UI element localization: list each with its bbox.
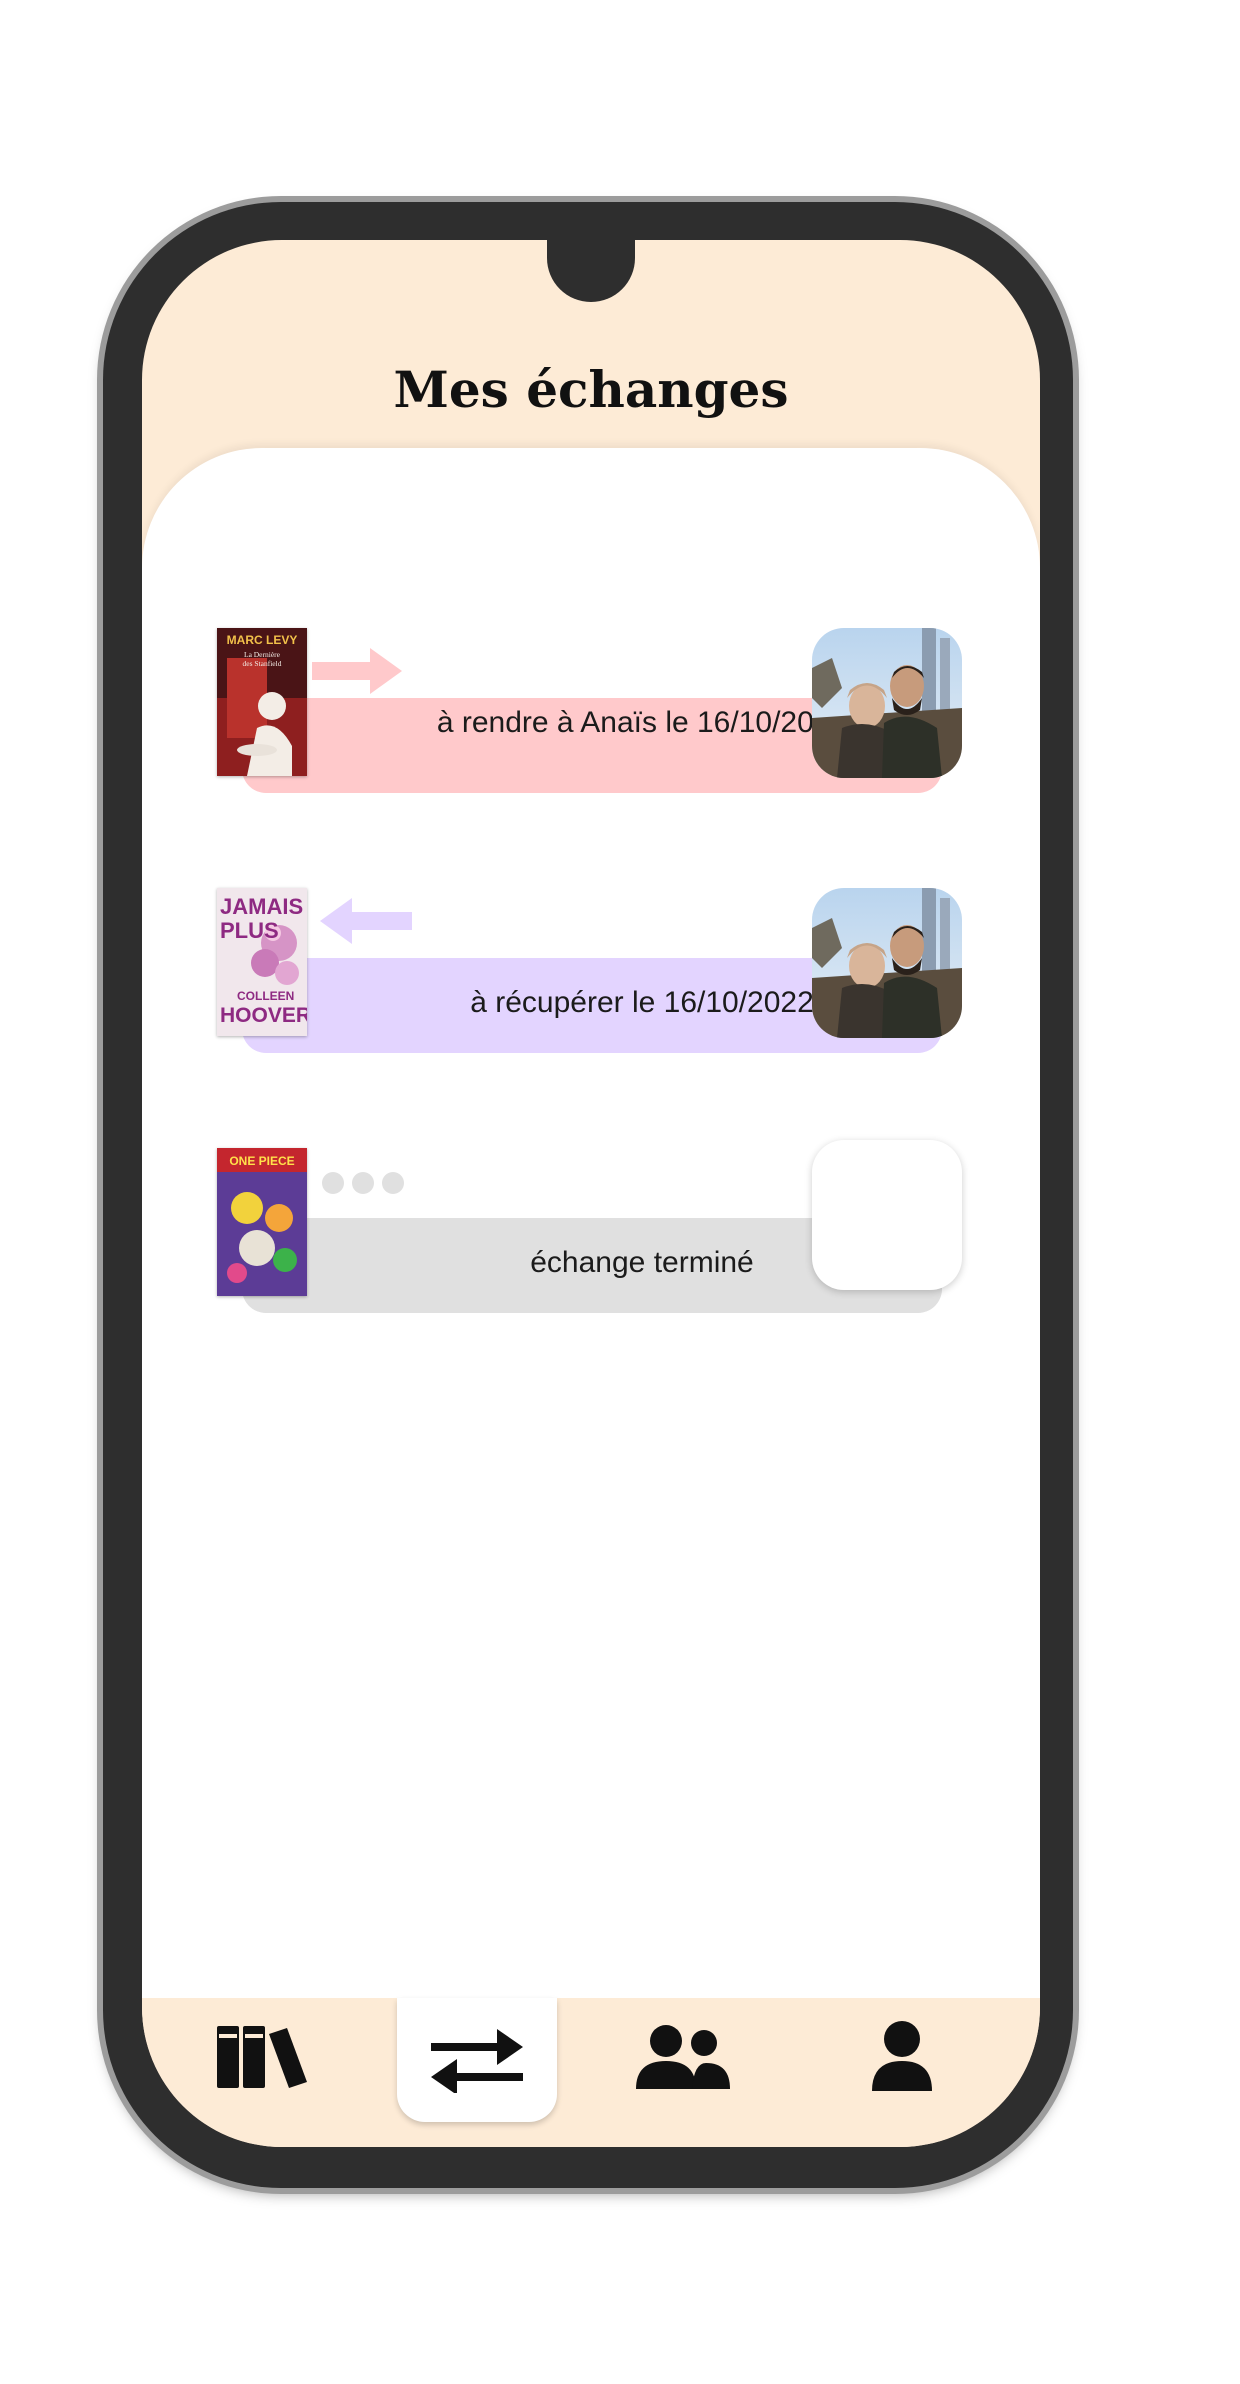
empty-avatar-placeholder bbox=[812, 1140, 962, 1290]
cover-author-line2: HOOVER bbox=[220, 1004, 307, 1027]
exchange-item[interactable]: échange terminé ONE PIECE bbox=[142, 1140, 1040, 1318]
bottom-navigation bbox=[142, 1998, 1040, 2147]
book-cover-colleen-hoover-icon[interactable]: JAMAIS PLUS COLLEEN HOOVER bbox=[217, 888, 311, 1036]
nav-exchanges[interactable] bbox=[397, 1998, 557, 2122]
exchanges-list: à rendre à Anaïs le 16/10/2022 MARC LEVY bbox=[142, 448, 1040, 1998]
cover-author: MARC LEVY bbox=[227, 633, 298, 647]
nav-library[interactable] bbox=[182, 1998, 342, 2118]
avatar[interactable] bbox=[812, 628, 962, 778]
cover-title-line1: JAMAIS bbox=[220, 894, 303, 919]
cover-title: ONE PIECE bbox=[229, 1154, 294, 1168]
ellipsis-icon bbox=[322, 1172, 412, 1194]
camera-notch bbox=[547, 240, 635, 302]
cover-title-line2: des Stanfield bbox=[243, 659, 282, 668]
exchange-item[interactable]: à rendre à Anaïs le 16/10/2022 MARC LEVY bbox=[142, 628, 1040, 798]
users-icon bbox=[634, 2023, 730, 2094]
avatar[interactable] bbox=[812, 888, 962, 1038]
exchange-arrows-icon bbox=[431, 2023, 523, 2098]
exchange-item[interactable]: à récupérer le 16/10/2022 JAMAIS PLUS CO… bbox=[142, 888, 1040, 1058]
cover-author-line1: COLLEEN bbox=[237, 989, 294, 1003]
page-title: Mes échanges bbox=[393, 360, 789, 419]
cover-title-line1: La Dernière bbox=[244, 650, 281, 659]
book-cover-one-piece-icon[interactable]: ONE PIECE bbox=[217, 1148, 307, 1296]
books-icon bbox=[217, 2024, 307, 2093]
phone-screen: Mes échanges à rendre à Anaïs le 16/10/2… bbox=[142, 240, 1040, 2147]
arrow-left-icon bbox=[312, 898, 412, 944]
user-icon bbox=[870, 2020, 934, 2096]
cover-title-line2: PLUS bbox=[220, 918, 279, 943]
nav-friends[interactable] bbox=[602, 1998, 762, 2118]
arrow-right-icon bbox=[312, 648, 412, 694]
nav-profile[interactable] bbox=[822, 1998, 982, 2118]
book-cover-marc-levy-icon[interactable]: MARC LEVY La Dernière des Stanfield bbox=[217, 628, 307, 776]
